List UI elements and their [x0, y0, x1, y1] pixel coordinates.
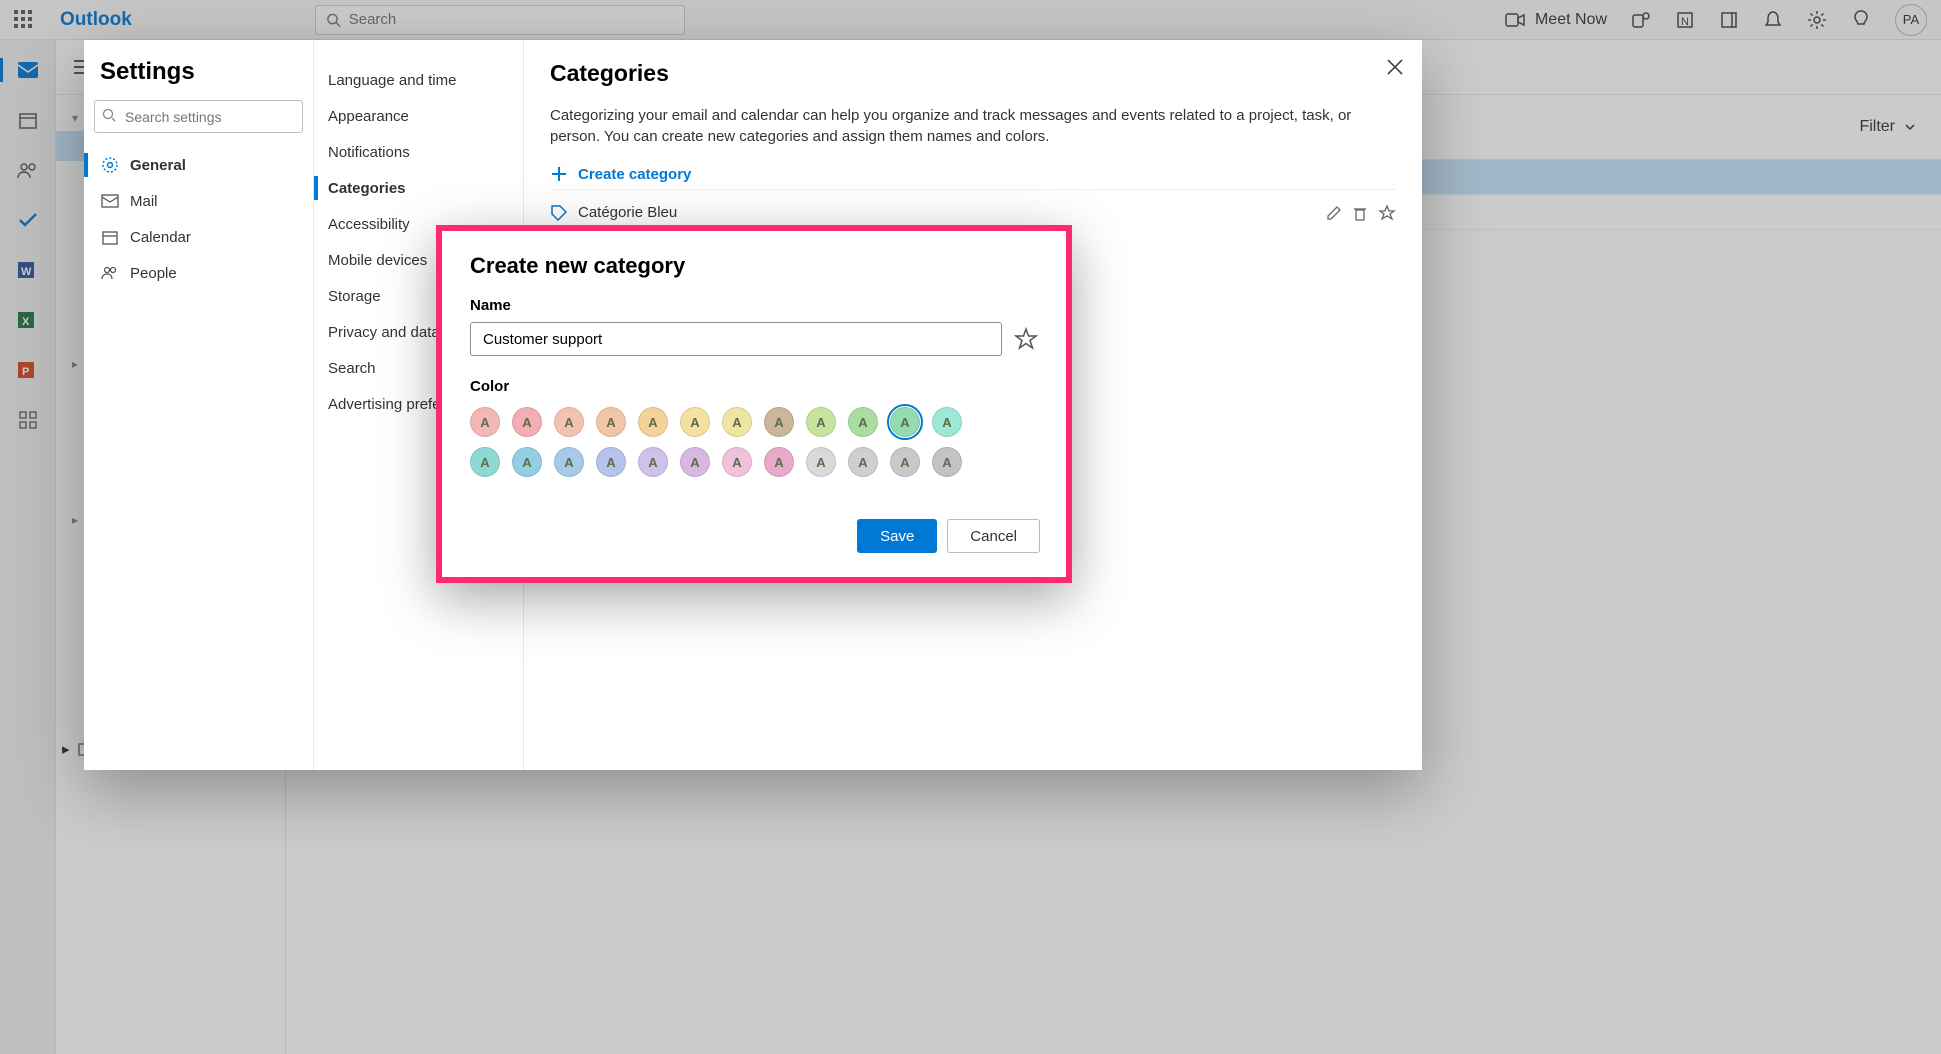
color-swatch[interactable]: A	[470, 407, 500, 437]
color-swatch[interactable]: A	[848, 447, 878, 477]
nav-calendar[interactable]: Calendar	[94, 219, 303, 255]
star-icon	[1014, 327, 1038, 351]
color-swatch[interactable]: A	[932, 447, 962, 477]
nav-people[interactable]: People	[94, 255, 303, 291]
settings-search-input[interactable]	[94, 100, 303, 133]
modal-title: Create new category	[470, 253, 1038, 279]
chevron-right-icon: ▸	[62, 740, 70, 758]
close-icon	[1386, 58, 1404, 76]
color-swatch[interactable]: A	[764, 407, 794, 437]
save-button[interactable]: Save	[857, 519, 937, 553]
nav-mail[interactable]: Mail	[94, 183, 303, 219]
color-swatch[interactable]: A	[680, 407, 710, 437]
create-category-button[interactable]: Create category	[550, 165, 1396, 183]
favorite-toggle[interactable]	[1014, 327, 1038, 351]
settings-sidebar: Settings General Mail Calendar	[84, 40, 314, 770]
subnav-language[interactable]: Language and time	[314, 62, 523, 98]
search-icon	[102, 108, 116, 122]
edit-icon[interactable]	[1326, 205, 1342, 221]
color-label: Color	[470, 378, 1038, 395]
star-icon[interactable]	[1378, 204, 1396, 222]
people-icon	[100, 263, 120, 283]
page-title: Categories	[550, 60, 1396, 87]
plus-icon	[550, 165, 568, 183]
subnav-appearance[interactable]: Appearance	[314, 98, 523, 134]
color-swatches: AAAAAAAAAAAA AAAAAAAAAAAA	[470, 407, 1038, 477]
color-swatch[interactable]: A	[596, 447, 626, 477]
color-swatch[interactable]: A	[722, 407, 752, 437]
category-row[interactable]: Catégorie Bleu	[550, 189, 1396, 229]
page-description: Categorizing your email and calendar can…	[550, 105, 1396, 147]
color-swatch[interactable]: A	[638, 407, 668, 437]
color-swatch[interactable]: A	[806, 407, 836, 437]
delete-icon[interactable]	[1352, 205, 1368, 221]
tag-icon	[550, 204, 568, 222]
subnav-categories[interactable]: Categories	[314, 170, 523, 206]
settings-search[interactable]	[94, 100, 303, 133]
gear-icon	[100, 155, 120, 175]
settings-title: Settings	[94, 58, 303, 86]
create-category-modal: Create new category Name Color AAAAAAAAA…	[436, 225, 1072, 583]
cancel-button[interactable]: Cancel	[947, 519, 1040, 553]
color-swatch[interactable]: A	[512, 407, 542, 437]
color-swatch[interactable]: A	[596, 407, 626, 437]
close-button[interactable]	[1386, 58, 1404, 76]
color-swatch[interactable]: A	[806, 447, 836, 477]
name-label: Name	[470, 297, 1038, 314]
color-swatch[interactable]: A	[764, 447, 794, 477]
color-swatch[interactable]: A	[890, 447, 920, 477]
calendar-icon	[100, 227, 120, 247]
color-swatch[interactable]: A	[890, 407, 920, 437]
color-swatch[interactable]: A	[638, 447, 668, 477]
subnav-notifications[interactable]: Notifications	[314, 134, 523, 170]
nav-general[interactable]: General	[94, 147, 303, 183]
color-swatch[interactable]: A	[512, 447, 542, 477]
color-swatch[interactable]: A	[848, 407, 878, 437]
category-name-input[interactable]	[470, 322, 1002, 356]
color-swatch[interactable]: A	[722, 447, 752, 477]
color-swatch[interactable]: A	[680, 447, 710, 477]
color-swatch[interactable]: A	[554, 407, 584, 437]
mail-icon	[100, 191, 120, 211]
color-swatch[interactable]: A	[470, 447, 500, 477]
color-swatch[interactable]: A	[554, 447, 584, 477]
color-swatch[interactable]: A	[932, 407, 962, 437]
